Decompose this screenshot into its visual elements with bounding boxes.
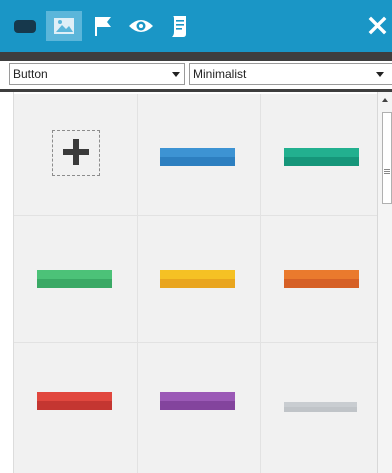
button-style-light-gray[interactable] [284, 402, 357, 412]
swatch-top [284, 148, 359, 157]
swatch-top [37, 270, 112, 279]
button-style-blue[interactable] [160, 148, 235, 166]
grid-divider [14, 342, 377, 343]
swatch-bottom [160, 157, 235, 166]
button-style-green[interactable] [37, 270, 112, 288]
style-select-value: Minimalist [193, 67, 247, 81]
scroll-grip [384, 173, 390, 174]
type-select[interactable]: Button [9, 63, 185, 85]
scroll-thumb[interactable] [382, 112, 392, 204]
plus-icon [63, 139, 89, 165]
scroll-up-arrow[interactable] [382, 98, 388, 102]
swatch-bottom [37, 279, 112, 288]
grid-divider [14, 215, 377, 216]
eye-icon[interactable] [124, 11, 158, 41]
layout-icon[interactable] [8, 11, 42, 41]
close-icon[interactable] [366, 12, 390, 40]
scroll-grip [384, 171, 390, 172]
filter-divider [0, 89, 392, 92]
type-select-value: Button [13, 67, 48, 81]
swatch-top [160, 392, 235, 401]
scroll-grip [384, 169, 390, 170]
gallery-scrollbar[interactable] [377, 92, 392, 473]
chevron-down-icon [376, 72, 384, 77]
left-margin [0, 92, 14, 473]
toolbar-divider [0, 52, 392, 61]
document-icon[interactable] [164, 11, 194, 41]
swatch-bottom [284, 279, 359, 288]
chevron-down-icon [172, 72, 180, 77]
swatch-bottom [37, 401, 112, 410]
swatch-top [160, 148, 235, 157]
button-style-teal[interactable] [284, 148, 359, 166]
button-style-purple[interactable] [160, 392, 235, 410]
swatch-bottom [284, 407, 357, 412]
grid-divider [137, 94, 138, 473]
add-button-style[interactable] [52, 130, 100, 176]
top-toolbar [0, 0, 392, 52]
button-style-orange[interactable] [284, 270, 359, 288]
swatch-top [284, 270, 359, 279]
swatch-bottom [160, 401, 235, 410]
filter-row: Button Minimalist [0, 61, 392, 89]
swatch-bottom [284, 157, 359, 166]
swatch-top [37, 392, 112, 401]
grid-divider [260, 94, 261, 473]
image-icon[interactable] [46, 11, 82, 41]
button-style-gallery [14, 94, 377, 473]
button-style-red[interactable] [37, 392, 112, 410]
style-select[interactable]: Minimalist [189, 63, 392, 85]
swatch-top [160, 270, 235, 279]
swatch-bottom [160, 279, 235, 288]
flag-icon[interactable] [88, 11, 116, 41]
button-style-yellow[interactable] [160, 270, 235, 288]
